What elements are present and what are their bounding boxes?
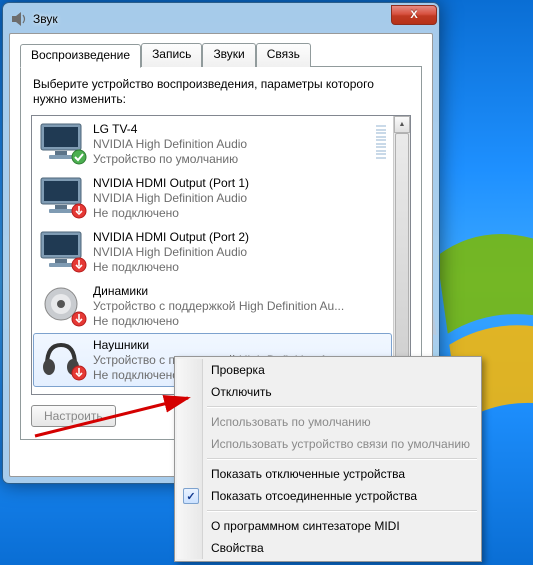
check-icon: ✓ (183, 488, 199, 504)
menu-item-label: Использовать устройство связи по умолчан… (211, 437, 470, 451)
menu-separator (207, 458, 477, 460)
device-badge-icon (71, 365, 87, 381)
menu-item-label: Использовать по умолчанию (211, 415, 371, 429)
menu-item-label: О программном синтезаторе MIDI (211, 519, 400, 533)
device-badge-icon (71, 257, 87, 273)
instruction-text: Выберите устройство воспроизведения, пар… (33, 77, 411, 107)
tab-sounds[interactable]: Звуки (202, 43, 255, 67)
device-driver: NVIDIA High Definition Audio (93, 137, 372, 152)
sound-icon (11, 11, 27, 27)
device-driver: Устройство с поддержкой High Definition … (93, 299, 386, 314)
device-item[interactable]: ДинамикиУстройство с поддержкой High Def… (33, 279, 392, 333)
menu-item[interactable]: О программном синтезаторе MIDI (177, 515, 479, 537)
device-status: Не подключено (93, 260, 386, 275)
menu-item-label: Свойства (211, 541, 264, 555)
device-name: Динамики (93, 284, 386, 299)
menu-item-label: Проверка (211, 363, 265, 377)
menu-item[interactable]: ✓ Показать отсоединенные устройства (177, 485, 479, 507)
menu-item[interactable]: Показать отключенные устройства (177, 463, 479, 485)
menu-item-label: Отключить (211, 385, 272, 399)
tab-recording[interactable]: Запись (141, 43, 202, 67)
device-list: LG TV-4NVIDIA High Definition AudioУстро… (31, 115, 411, 395)
device-badge-icon (71, 311, 87, 327)
device-driver: NVIDIA High Definition Audio (93, 245, 386, 260)
level-meter (376, 125, 386, 159)
menu-item: Использовать устройство связи по умолчан… (177, 433, 479, 455)
device-item[interactable]: NVIDIA HDMI Output (Port 2)NVIDIA High D… (33, 225, 392, 279)
tab-communications[interactable]: Связь (256, 43, 311, 67)
device-name: NVIDIA HDMI Output (Port 2) (93, 230, 386, 245)
device-item[interactable]: NVIDIA HDMI Output (Port 1)NVIDIA High D… (33, 171, 392, 225)
title-bar[interactable]: Звук X (9, 9, 433, 33)
menu-item-label: Показать отсоединенные устройства (211, 489, 417, 503)
device-thumb (37, 283, 85, 325)
menu-separator (207, 510, 477, 512)
close-button[interactable]: X (391, 5, 437, 25)
scrollbar[interactable]: ▲ ▼ (393, 116, 410, 394)
device-badge-icon (71, 149, 87, 165)
device-item[interactable]: LG TV-4NVIDIA High Definition AudioУстро… (33, 117, 392, 171)
device-badge-icon (71, 203, 87, 219)
menu-separator (207, 406, 477, 408)
menu-item-label: Показать отключенные устройства (211, 467, 405, 481)
device-status: Устройство по умолчанию (93, 152, 372, 167)
device-status: Не подключено (93, 206, 386, 221)
window-title: Звук (33, 12, 58, 26)
device-thumb (37, 229, 85, 271)
menu-item[interactable]: Свойства (177, 537, 479, 559)
menu-item[interactable]: Проверка (177, 359, 479, 381)
device-name: NVIDIA HDMI Output (Port 1) (93, 176, 386, 191)
scroll-up-button[interactable]: ▲ (394, 116, 410, 133)
configure-button[interactable]: Настроить (31, 405, 116, 427)
device-thumb (37, 337, 85, 379)
device-status: Не подключено (93, 314, 386, 329)
menu-item[interactable]: Отключить (177, 381, 479, 403)
tab-strip: Воспроизведение Запись Звуки Связь (20, 43, 422, 67)
device-name: LG TV-4 (93, 122, 372, 137)
menu-item: Использовать по умолчанию (177, 411, 479, 433)
device-name: Наушники (93, 338, 386, 353)
scroll-thumb[interactable] (395, 133, 409, 377)
device-thumb (37, 121, 85, 163)
device-thumb (37, 175, 85, 217)
tab-playback[interactable]: Воспроизведение (20, 44, 141, 68)
context-menu: Проверка Отключить Использовать по умолчан… (174, 356, 482, 562)
device-driver: NVIDIA High Definition Audio (93, 191, 386, 206)
